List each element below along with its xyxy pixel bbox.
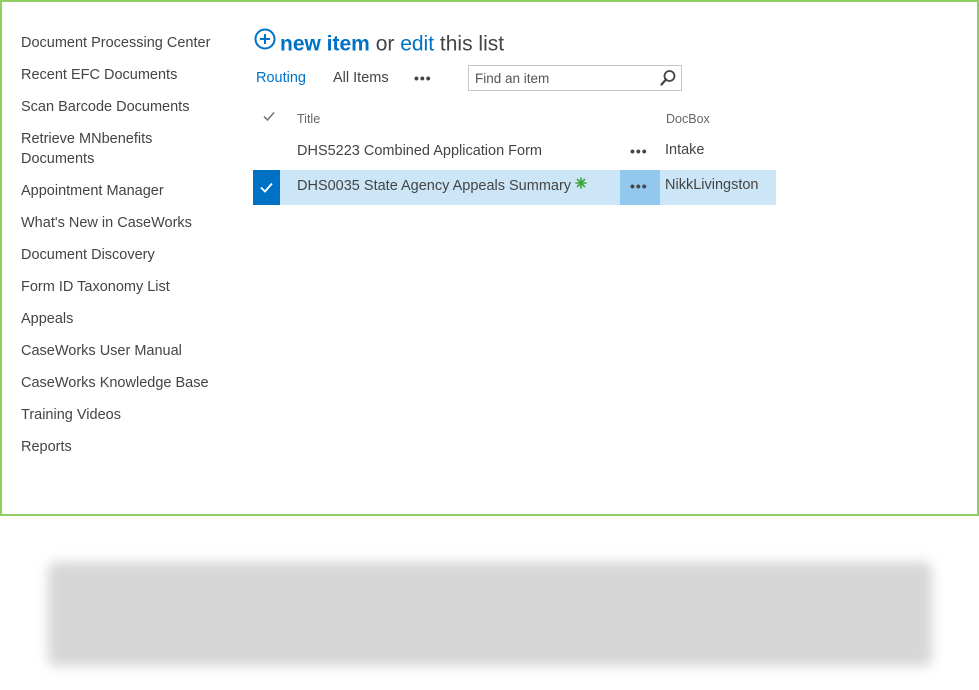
- nav-item-document-processing-center[interactable]: Document Processing Center: [21, 33, 211, 53]
- blurred-region: [48, 562, 932, 666]
- nav-item-retrieve-mnbenefits-documents[interactable]: Retrieve MNbenefits Documents: [21, 129, 211, 169]
- nav-item-scan-barcode-documents[interactable]: Scan Barcode Documents: [21, 97, 211, 117]
- ellipsis-icon: •••: [630, 178, 648, 194]
- nav-item-whats-new[interactable]: What's New in CaseWorks: [21, 213, 211, 233]
- nav-item-caseworks-knowledge-base[interactable]: CaseWorks Knowledge Base: [21, 373, 211, 393]
- select-all-check-icon[interactable]: [262, 109, 276, 123]
- view-tab-all-items[interactable]: All Items: [333, 70, 389, 86]
- column-header-docbox[interactable]: DocBox: [666, 112, 710, 126]
- search-input[interactable]: [469, 66, 667, 90]
- search-box: [468, 65, 682, 91]
- edit-list-link[interactable]: edit: [400, 33, 434, 56]
- search-icon[interactable]: [659, 69, 677, 87]
- circle-plus-icon[interactable]: [254, 28, 276, 58]
- row-title-link[interactable]: DHS5223 Combined Application Form: [297, 143, 542, 159]
- row-docbox-value: Intake: [665, 142, 705, 158]
- row-menu-button[interactable]: •••: [620, 135, 660, 170]
- table-row-selected[interactable]: DHS0035 State Agency Appeals Summary •••…: [253, 170, 783, 205]
- row-title-cell: DHS0035 State Agency Appeals Summary: [297, 177, 587, 194]
- nav-item-appointment-manager[interactable]: Appointment Manager: [21, 181, 211, 201]
- list-headline: new item or edit this list: [254, 28, 505, 58]
- new-item-icon: [575, 177, 587, 193]
- nav-item-training-videos[interactable]: Training Videos: [21, 405, 211, 425]
- list-toolbar-area: new item or edit this list Routing All I…: [254, 28, 682, 91]
- nav-item-form-id-taxonomy-list[interactable]: Form ID Taxonomy List: [21, 277, 211, 297]
- nav-item-document-discovery[interactable]: Document Discovery: [21, 245, 211, 265]
- page-frame: Document Processing Center Recent EFC Do…: [0, 0, 979, 516]
- nav-item-reports[interactable]: Reports: [21, 437, 211, 457]
- view-selector: Routing All Items •••: [254, 65, 694, 93]
- nav-item-appeals[interactable]: Appeals: [21, 309, 211, 329]
- table-row[interactable]: DHS5223 Combined Application Form ••• In…: [253, 135, 783, 170]
- column-header-title[interactable]: Title: [297, 112, 320, 126]
- headline-or-text: or: [369, 32, 401, 56]
- ellipsis-icon: •••: [630, 143, 648, 159]
- list-view-table: Title DocBox DHS5223 Combined Applicatio…: [253, 105, 783, 205]
- more-views-button[interactable]: •••: [414, 70, 432, 86]
- checkmark-icon: [260, 182, 273, 193]
- nav-item-caseworks-user-manual[interactable]: CaseWorks User Manual: [21, 341, 211, 361]
- new-item-link[interactable]: new item: [280, 33, 370, 56]
- table-header: Title DocBox: [253, 105, 783, 135]
- headline-this-list-text: this list: [434, 32, 505, 56]
- row-menu-button[interactable]: •••: [620, 170, 660, 205]
- nav-item-recent-efc-documents[interactable]: Recent EFC Documents: [21, 65, 211, 85]
- row-title-link[interactable]: DHS0035 State Agency Appeals Summary: [297, 178, 571, 194]
- view-tab-routing[interactable]: Routing: [256, 70, 306, 86]
- row-docbox-value: NikkLivingston: [665, 177, 759, 193]
- row-select-checkbox[interactable]: [253, 170, 280, 205]
- quick-launch-nav: Document Processing Center Recent EFC Do…: [21, 33, 211, 469]
